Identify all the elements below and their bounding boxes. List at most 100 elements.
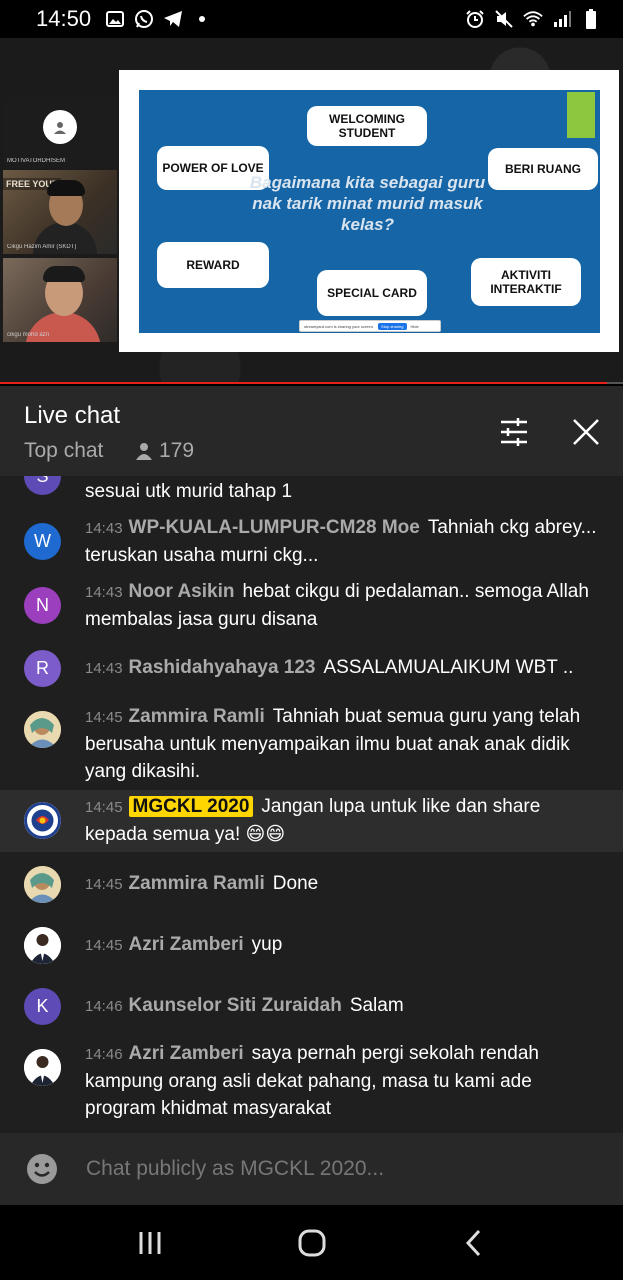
hide-button: Hide [410,323,419,329]
participant-name: cikgu mohd azri [7,332,50,338]
message-time: 14:45 [85,937,123,954]
avatar[interactable]: W [24,523,61,560]
slide-card: WELCOMING STUDENT [307,106,427,146]
avatar[interactable]: R [24,650,61,687]
avatar[interactable]: S [24,476,61,495]
participant-name: Cikgu Hazim Amir (SKDT) [7,244,77,250]
mgckl-logo-icon [24,802,61,839]
chat-message-list[interactable]: S sesuai utk murid tahap 1 W 14:43 WP-KUA… [0,476,623,1133]
alarm-icon [465,9,485,29]
slide-question: Bagaimana kita sebagai guru nak tarik mi… [249,173,486,234]
chat-input-field[interactable]: Chat publicly as MGCKL 2020... [86,1157,384,1181]
slide-card: REWARD [157,242,269,288]
avatar[interactable]: K [24,988,61,1025]
stop-sharing-button: Stop sharing [378,322,407,330]
message-text: sesuai utk murid tahap 1 [85,481,293,502]
participant-tile-2: FREE YOUR Cikgu Hazim Amir (SKDT) [3,170,117,254]
person-icon [136,443,152,460]
close-icon [573,419,599,445]
chat-message: 14:46 Azri Zamberi saya pernah pergi sekol… [0,1040,623,1124]
user-photo-icon [24,866,61,903]
chat-title: Live chat [24,402,121,429]
video-progress-fill [0,382,608,384]
chat-input-bar: Chat publicly as MGCKL 2020... [0,1133,623,1205]
emoji-icon [27,1154,57,1184]
slide-accent-tab [567,92,595,138]
avatar[interactable] [24,802,61,839]
chat-message: 14:45 Azri Zamberi yup [0,927,623,964]
chat-message: K 14:46 Kaunselor Siti Zuraidah Salam [0,988,623,1025]
sliders-icon [501,418,527,446]
participant-tile-3: cikgu mohd azri [3,258,117,342]
chat-message: 14:45 Zammira Ramli Tahniah buat semua gur… [0,703,623,787]
viewer-count-value: 179 [159,439,195,462]
chat-message-pinned-owner: 14:45 MGCKL 2020 Jangan lupa untuk like da… [0,790,623,852]
chat-message: R 14:43 Rashidahyahaya 123 ASSALAMUALAIKUM… [0,650,623,687]
message-time: 14:43 [85,584,123,601]
home-button[interactable] [294,1225,330,1261]
participant-cameras: MOTIVATORDHISEM FREE YOUR Cikgu Hazim Am… [3,98,117,380]
user-photo-icon [24,711,61,748]
chat-message: W 14:43 WP-KUALA-LUMPUR-CM28 Moe Tahniah c… [0,514,623,572]
viewer-count: 179 [135,439,194,463]
message-author[interactable]: WP-KUALA-LUMPUR-CM28 Moe [129,517,420,538]
wifi-icon [523,9,543,29]
telegram-icon [163,9,183,29]
chat-message: N 14:43 Noor Asikin hebat cikgu di pedalam… [0,578,623,636]
message-author[interactable]: Zammira Ramli [129,873,265,894]
whatsapp-icon [134,9,154,29]
user-photo-icon [24,927,61,964]
slide-content: WELCOMING STUDENT POWER OF LOVE BERI RUA… [139,90,600,333]
slide-card: BERI RUANG [488,148,598,190]
user-photo-icon [24,1049,61,1086]
signal-icon [552,9,572,29]
close-chat-button[interactable] [568,414,604,450]
message-author[interactable]: Zammira Ramli [129,706,265,727]
back-button[interactable] [456,1225,492,1261]
message-text: ASSALAMUALAIKUM WBT .. [323,657,574,678]
system-nav-bar [0,1205,623,1280]
mute-icon [494,9,514,29]
owner-badge[interactable]: MGCKL 2020 [128,796,254,817]
message-time: 14:46 [85,1046,123,1063]
message-author[interactable]: Noor Asikin [129,581,235,602]
chat-mode-selector[interactable]: Top chat [24,439,103,463]
message-time: 14:45 [85,709,123,726]
message-author[interactable]: Rashidahyahaya 123 [129,657,316,678]
status-bar: 14:50 [0,0,623,38]
slide-card: SPECIAL CARD [317,270,427,316]
avatar[interactable] [24,711,61,748]
chat-header: Live chat Top chat 179 [0,386,623,476]
battery-icon [581,9,601,29]
message-time: 14:43 [85,520,123,537]
shared-slide: WELCOMING STUDENT POWER OF LOVE BERI RUA… [119,70,619,352]
home-icon [298,1229,326,1257]
status-time: 14:50 [36,6,92,31]
recent-apps-icon [139,1232,161,1254]
participant-name: MOTIVATORDHISEM [7,158,66,164]
slide-card: AKTIVITI INTERAKTIF [471,258,581,306]
message-text: Salam [349,995,404,1016]
notification-dot-icon [192,9,212,29]
filter-settings-button[interactable] [496,414,532,450]
message-author[interactable]: Kaunselor Siti Zuraidah [129,995,342,1016]
avatar[interactable]: N [24,587,61,624]
video-player[interactable]: MOTIVATORDHISEM FREE YOUR Cikgu Hazim Am… [0,38,623,384]
emoji-button[interactable] [26,1153,58,1185]
message-time: 14:45 [85,876,123,893]
avatar[interactable] [24,1049,61,1086]
avatar[interactable] [24,927,61,964]
screen-share-notice: streamyard.com is sharing your screen. S… [299,320,441,332]
gallery-icon [105,9,125,29]
participant-tile-1: MOTIVATORDHISEM [3,98,117,168]
message-text: Done [272,873,319,894]
avatar[interactable] [24,866,61,903]
video-progress-bar[interactable] [0,382,623,384]
message-author[interactable]: Azri Zamberi [129,934,244,955]
message-time: 14:45 [85,799,123,816]
chat-message: S sesuai utk murid tahap 1 [0,476,623,510]
chat-message: 14:45 Zammira Ramli Done [0,866,623,903]
back-icon [465,1229,481,1257]
recent-apps-button[interactable] [132,1225,168,1261]
message-author[interactable]: Azri Zamberi [129,1043,244,1064]
